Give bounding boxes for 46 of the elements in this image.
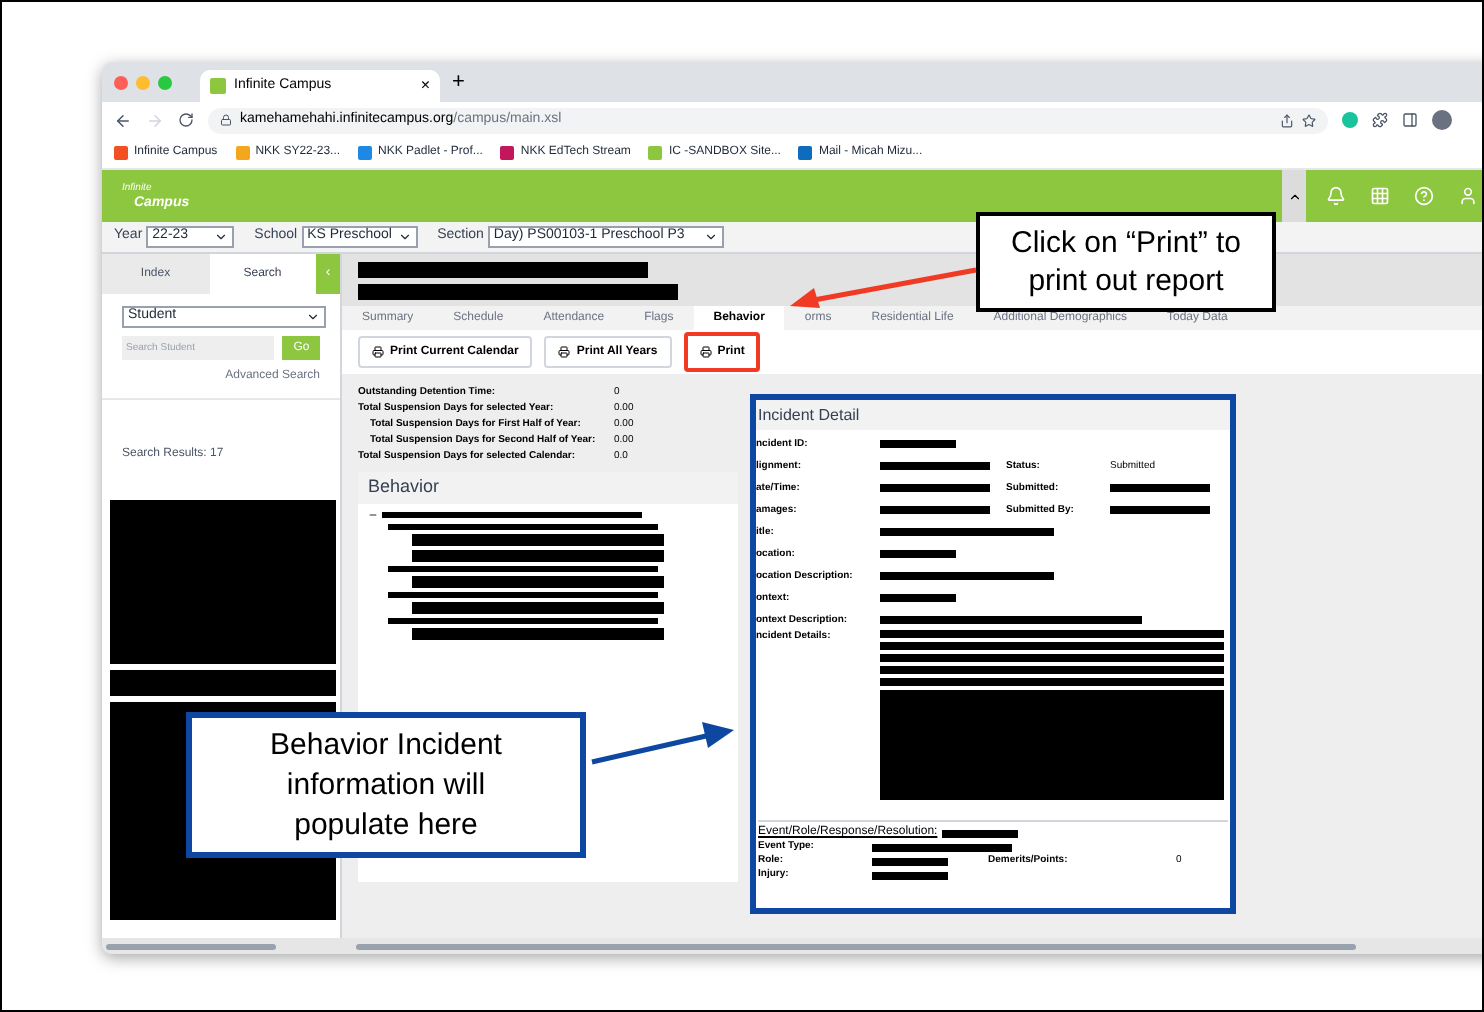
tab-close-button[interactable]: × xyxy=(420,74,430,98)
grid-icon[interactable] xyxy=(1370,186,1390,206)
new-tab-button[interactable]: + xyxy=(452,65,465,99)
bell-icon[interactable] xyxy=(1326,186,1346,206)
back-icon[interactable] xyxy=(114,111,132,129)
user-icon[interactable] xyxy=(1458,186,1478,206)
favicon-icon xyxy=(210,78,226,94)
chevron-down-icon xyxy=(306,310,320,324)
redaction-bar xyxy=(880,483,990,491)
redaction-bar xyxy=(880,593,956,601)
redaction-bar xyxy=(880,461,990,469)
lock-icon xyxy=(220,114,232,126)
panel-header: Incident Detail xyxy=(756,400,1230,430)
redaction-bar xyxy=(941,829,1018,837)
chevron-down-icon xyxy=(214,230,229,244)
redaction-bar xyxy=(872,843,1012,851)
redaction-bar xyxy=(1110,483,1210,491)
callout-box: Behavior Incident information will populate here xyxy=(186,712,586,858)
collapse-icon[interactable] xyxy=(368,510,378,520)
profile-avatar[interactable] xyxy=(1432,110,1452,130)
minimize-window-icon[interactable] xyxy=(136,75,150,89)
close-window-icon[interactable] xyxy=(114,75,128,89)
side-panel-icon[interactable] xyxy=(1402,112,1418,128)
share-icon[interactable] xyxy=(1280,113,1294,127)
reload-icon[interactable] xyxy=(178,112,194,128)
chevron-up-icon xyxy=(1287,189,1301,203)
forward-icon[interactable] xyxy=(146,111,164,129)
arrow xyxy=(591,722,734,765)
redaction-bar xyxy=(1110,505,1210,513)
star-icon[interactable] xyxy=(1302,113,1316,127)
help-icon[interactable] xyxy=(1414,186,1434,206)
printer-icon xyxy=(372,346,384,358)
panel-header: Behavior xyxy=(358,472,738,504)
redaction-bar xyxy=(872,857,948,865)
redaction-bar xyxy=(880,439,956,447)
extension-icon[interactable] xyxy=(1342,112,1358,128)
redaction-bar xyxy=(880,505,990,513)
printer-icon xyxy=(558,346,571,358)
puzzle-icon[interactable] xyxy=(1372,112,1388,128)
chevron-down-icon xyxy=(397,230,412,244)
redaction-bar xyxy=(872,871,948,879)
maximize-window-icon[interactable] xyxy=(158,75,172,89)
chevron-down-icon xyxy=(703,230,718,244)
printer-icon xyxy=(699,346,712,358)
redaction-bar xyxy=(880,549,956,557)
callout-box: Click on “Print” to print out report xyxy=(976,212,1276,312)
